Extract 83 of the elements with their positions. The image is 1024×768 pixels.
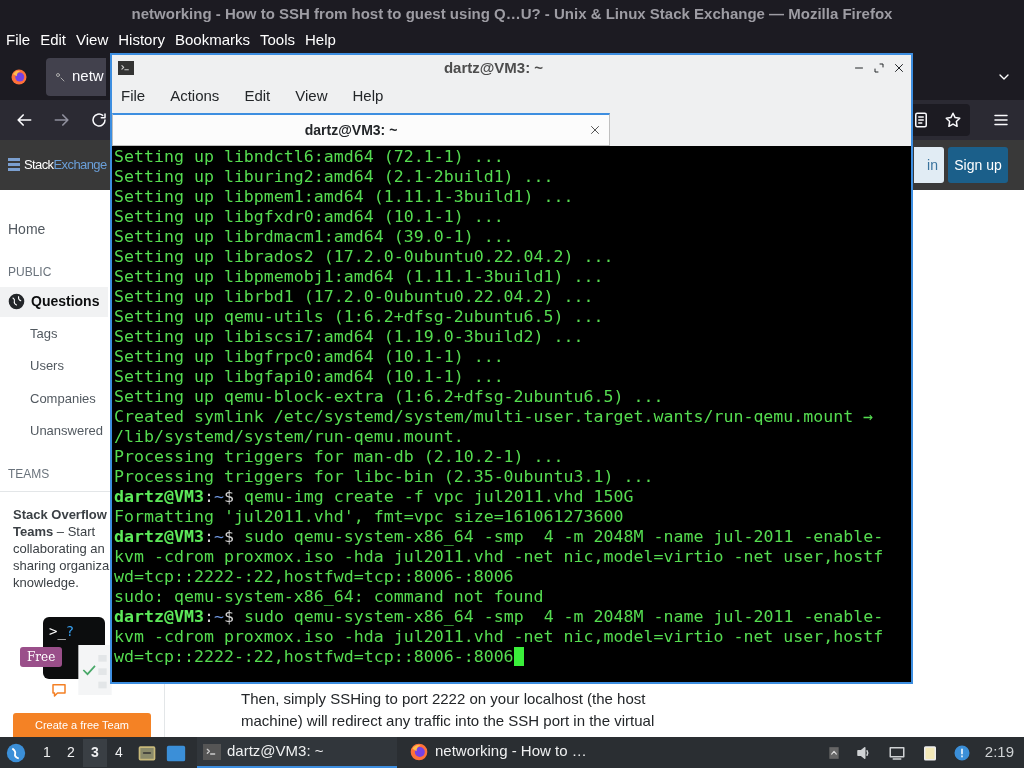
output-line: /lib/systemd/system/run-qemu.mount. xyxy=(114,427,465,447)
output-line: kvm -cdrom proxmox.iso -hda jul2011.vhd -net nic,model=virtio -net user,hostf xyxy=(114,627,885,647)
terminal-tab[interactable]: dartz@VM3: ~ xyxy=(112,113,610,146)
output-line: Setting up libiscsi7:amd64 (1.19.0-3build2) ... xyxy=(114,327,585,347)
taskbar-task[interactable]: networking - How to … xyxy=(403,737,603,768)
output-line: Setting up libndctl6:amd64 (72.1-1) ... xyxy=(114,147,505,167)
workspace-button[interactable]: 4 xyxy=(107,738,131,767)
card-text: Teams – Start xyxy=(13,523,96,540)
output-line: kvm -cdrom proxmox.iso -hda jul2011.vhd -net nic,model=virtio -net user,hostf xyxy=(114,547,885,567)
firefox-logo-icon xyxy=(409,741,429,762)
menu-item[interactable]: View xyxy=(76,29,109,52)
nav-link[interactable]: Unanswered xyxy=(0,414,105,447)
output-line: Setting up librdmacm1:amd64 (39.0-1) ... xyxy=(114,227,515,247)
tab-favicon-icon xyxy=(54,70,66,83)
close-icon xyxy=(893,62,905,74)
workspace-button[interactable]: 1 xyxy=(35,738,59,767)
menu-item[interactable]: Tools xyxy=(260,29,295,52)
workspace-button[interactable]: 2 xyxy=(59,738,83,767)
stack-logo-icon xyxy=(8,158,20,172)
output-line: wd=tcp::2222-:22,hostfwd=tcp::8006-:8006 xyxy=(114,567,515,587)
output-line: Processing triggers for man-db (2.10.2-1) ... xyxy=(114,447,565,467)
answer-text: machine) will redirect any traffic into the SSH port in the virtual xyxy=(241,711,656,731)
menu-item[interactable]: Edit xyxy=(244,84,271,108)
card-text: collaborating an xyxy=(13,540,105,557)
card-text: sharing organiza xyxy=(13,557,110,574)
reload-icon xyxy=(90,111,108,129)
star-icon xyxy=(944,111,962,129)
window-title: networking - How to SSH from host to guest using Q…U? - Unix & Linux Stack Exchange — Mozilla Firefox xyxy=(131,3,893,24)
nav-heading: PUBLIC xyxy=(7,263,52,281)
log-in-button[interactable]: in xyxy=(914,147,944,183)
menu-item[interactable]: Bookmarks xyxy=(174,29,250,52)
window-title: dartz@VM3: ~ xyxy=(442,57,545,78)
sign-up-button[interactable]: Sign up xyxy=(948,147,1008,183)
output-line: Setting up libgfrpc0:amd64 (10.1-1) ... xyxy=(114,347,505,367)
free-badge: Free xyxy=(20,647,63,667)
menu-item[interactable]: Edit xyxy=(40,29,67,52)
output-line: Setting up qemu-utils (1:6.2+dfsg-2ubuntu6.5) ... xyxy=(114,307,605,327)
nav-heading: TEAMS xyxy=(7,466,50,483)
browser-tab[interactable]: netw xyxy=(46,57,106,96)
nav-link[interactable]: Tags xyxy=(0,317,60,350)
prompt-line: dartz@VM3:~$ sudo qemu-system-x86_64 -smp 4 -m 2048M -name jul-2011 -enable- xyxy=(114,607,885,627)
card-text: Stack Overflow xyxy=(13,506,107,523)
output-line: Setting up librbd1 (17.2.0-0ubuntu0.22.04.2) ... xyxy=(114,287,595,307)
output-line: Setting up libgfxdr0:amd64 (10.1-1) ... xyxy=(114,207,505,227)
menu-item[interactable]: Actions xyxy=(170,84,220,108)
notification-icon xyxy=(952,743,971,762)
output-line: Processing triggers for libc-bin (2.35-0ubuntu3.1) ... xyxy=(114,467,655,487)
nav-link[interactable]: Home xyxy=(0,214,48,245)
taskbar-task[interactable]: dartz@VM3: ~ xyxy=(197,737,397,768)
firefox-logo-icon xyxy=(10,67,28,86)
menu-item[interactable]: Help xyxy=(352,84,384,108)
answer-text: Then, simply SSHing to port 2222 on your localhost (the host xyxy=(241,689,647,709)
output-line: Setting up liburing2:amd64 (2.1-2build1) ... xyxy=(114,167,555,187)
maximize-icon xyxy=(873,62,885,74)
app-menu-icon[interactable] xyxy=(5,741,27,764)
output-line: Setting up libpmem1:amd64 (1.11.1-3build1) ... xyxy=(114,187,575,207)
output-line: Setting up libpmemobj1:amd64 (1.11.1-3build1) ... xyxy=(114,267,605,287)
menu-item[interactable]: File xyxy=(121,84,146,108)
workspace-button[interactable]: 3 xyxy=(83,738,107,767)
menu-item[interactable]: File xyxy=(6,29,31,52)
nav-link[interactable]: Users xyxy=(0,349,66,383)
reader-view-icon xyxy=(912,111,930,129)
clock: 2:19 xyxy=(984,742,1014,763)
terminal-icon xyxy=(118,61,134,75)
card-text: knowledge. xyxy=(13,574,79,591)
output-line: wd=tcp::2222-:22,hostfwd=tcp::8006-:8006 xyxy=(114,647,911,667)
output-line: Setting up libgfapi0:amd64 (10.1-1) ... xyxy=(114,367,505,387)
menu-item[interactable]: Help xyxy=(305,29,336,52)
output-line: Setting up qemu-block-extra (1:6.2+dfsg-2ubuntu6.5) ... xyxy=(114,387,665,407)
nav-link[interactable]: Companies xyxy=(0,382,98,415)
nav-link[interactable]: Questions xyxy=(0,286,108,318)
output-line: Created symlink /etc/systemd/system/multi-user.target.wants/run-qemu.mount → xyxy=(114,407,875,427)
output-line: Formatting 'jul2011.vhd', fmt=vpc size=161061273600 xyxy=(114,507,625,527)
menu-item[interactable]: History xyxy=(118,29,165,52)
terminal-icon xyxy=(203,743,221,760)
prompt-line: dartz@VM3:~$ qemu-img create -f vpc jul2011.vhd 150G xyxy=(114,487,635,507)
menu-item[interactable]: View xyxy=(295,84,328,108)
output-line: sudo: qemu-system-x86_64: command not found xyxy=(114,587,545,607)
site-logo[interactable]: StackExchange xyxy=(8,155,107,175)
prompt-line: dartz@VM3:~$ sudo qemu-system-x86_64 -smp 4 -m 2048M -name jul-2011 -enable- xyxy=(114,527,885,547)
output-line: Setting up librados2 (17.2.0-0ubuntu0.22.04.2) ... xyxy=(114,247,615,267)
close-tab-icon xyxy=(589,124,601,136)
chat-icon xyxy=(50,681,68,699)
